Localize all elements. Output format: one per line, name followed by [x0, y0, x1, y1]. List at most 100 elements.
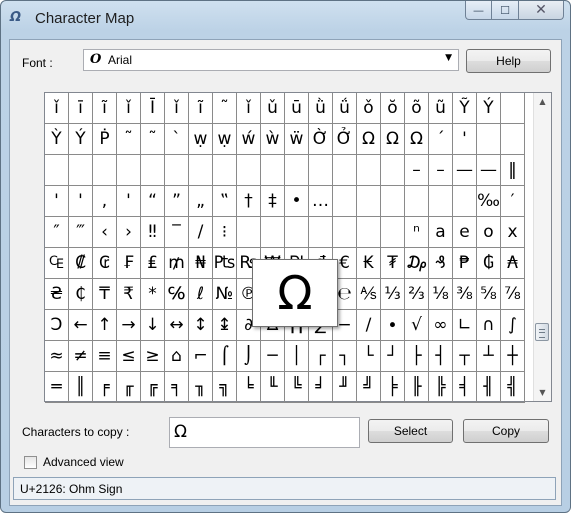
character-cell[interactable]: ↔ — [165, 310, 189, 341]
character-cell[interactable] — [333, 217, 357, 248]
character-cell[interactable] — [261, 155, 285, 186]
character-cell[interactable]: ₥ — [165, 248, 189, 279]
character-cell[interactable]: ╗ — [213, 372, 237, 403]
character-cell[interactable]: ₳ — [501, 248, 525, 279]
character-cell[interactable]: ╓ — [117, 372, 141, 403]
scroll-up-icon[interactable]: ▲ — [534, 93, 551, 110]
character-cell[interactable]: ǐ — [237, 93, 261, 124]
character-cell[interactable]: † — [237, 186, 261, 217]
character-cell[interactable]: ˜ — [213, 93, 237, 124]
character-cell[interactable]: ╖ — [189, 372, 213, 403]
character-cell[interactable]: ↨ — [213, 310, 237, 341]
dropdown-arrow-icon[interactable]: ▼ — [445, 53, 452, 63]
character-cell[interactable]: Ṗ — [93, 124, 117, 155]
character-cell[interactable]: ↓ — [141, 310, 165, 341]
character-cell[interactable]: ┘ — [381, 341, 405, 372]
character-cell[interactable]: ' — [45, 186, 69, 217]
character-cell[interactable]: ⁿ — [405, 217, 429, 248]
select-button[interactable]: Select — [368, 419, 453, 443]
character-cell[interactable]: ╜ — [333, 372, 357, 403]
character-cell[interactable] — [477, 124, 501, 155]
character-cell[interactable]: Ờ — [309, 124, 333, 155]
character-cell[interactable]: ŏ — [381, 93, 405, 124]
character-cell[interactable]: ẉ — [213, 124, 237, 155]
character-cell[interactable]: ₵ — [69, 279, 93, 310]
character-cell[interactable]: Ỳ — [45, 124, 69, 155]
character-cell[interactable]: ∙ — [381, 310, 405, 341]
character-cell[interactable] — [165, 155, 189, 186]
character-cell[interactable]: ' — [453, 124, 477, 155]
character-cell[interactable]: ₭ — [357, 248, 381, 279]
character-cell[interactable]: Ω — [405, 124, 429, 155]
character-cell[interactable]: – — [429, 155, 453, 186]
character-cell[interactable]: ₮ — [381, 248, 405, 279]
character-cell[interactable] — [429, 186, 453, 217]
character-cell[interactable]: ╙ — [261, 372, 285, 403]
character-cell[interactable]: ǐ — [117, 93, 141, 124]
character-cell[interactable]: ẉ — [189, 124, 213, 155]
character-cell[interactable]: ╚ — [285, 372, 309, 403]
character-cell[interactable]: ǘ — [333, 93, 357, 124]
character-cell[interactable]: ⅝ — [477, 279, 501, 310]
character-cell[interactable]: ǒ — [357, 93, 381, 124]
character-cell[interactable]: ẃ — [237, 124, 261, 155]
character-cell[interactable]: ĩ — [189, 93, 213, 124]
character-cell[interactable]: ũ — [429, 93, 453, 124]
character-cell[interactable]: ₡ — [69, 248, 93, 279]
character-cell[interactable]: ∩ — [477, 310, 501, 341]
character-cell[interactable]: , — [93, 186, 117, 217]
character-cell[interactable] — [381, 155, 405, 186]
character-cell[interactable]: „ — [189, 186, 213, 217]
character-cell[interactable]: ↑ — [93, 310, 117, 341]
character-cell[interactable] — [285, 155, 309, 186]
character-cell[interactable]: ║ — [69, 372, 93, 403]
character-cell[interactable]: x — [501, 217, 525, 248]
character-cell[interactable]: ‰ — [477, 186, 501, 217]
character-cell[interactable]: ≈ — [45, 341, 69, 372]
character-cell[interactable]: ˜ — [141, 124, 165, 155]
character-cell[interactable]: Ω — [381, 124, 405, 155]
character-cell[interactable]: ┴ — [477, 341, 501, 372]
character-cell[interactable]: … — [309, 186, 333, 217]
character-cell[interactable]: ⌡ — [237, 341, 261, 372]
character-cell[interactable] — [381, 217, 405, 248]
character-cell[interactable]: e — [453, 217, 477, 248]
character-cell[interactable]: │ — [285, 341, 309, 372]
character-cell[interactable]: ´ — [429, 124, 453, 155]
character-cell[interactable]: • — [285, 186, 309, 217]
character-cell[interactable]: ┐ — [333, 341, 357, 372]
character-cell[interactable] — [309, 155, 333, 186]
character-cell[interactable]: ₢ — [93, 248, 117, 279]
character-cell[interactable]: * — [141, 279, 165, 310]
character-cell[interactable]: ↕ — [189, 310, 213, 341]
character-cell[interactable]: ẁ — [261, 124, 285, 155]
character-cell[interactable]: ‟ — [213, 186, 237, 217]
character-cell[interactable]: ‴ — [69, 217, 93, 248]
character-cell[interactable] — [117, 155, 141, 186]
character-cell[interactable]: ĩ — [93, 93, 117, 124]
character-cell[interactable] — [237, 155, 261, 186]
character-cell[interactable]: ╢ — [477, 372, 501, 403]
character-cell[interactable]: — — [477, 155, 501, 186]
character-cell[interactable]: ≠ — [69, 341, 93, 372]
character-cell[interactable]: ₤ — [141, 248, 165, 279]
character-cell[interactable] — [333, 155, 357, 186]
character-cell[interactable]: √ — [405, 310, 429, 341]
character-cell[interactable]: ╛ — [309, 372, 333, 403]
character-cell[interactable]: ″ — [45, 217, 69, 248]
character-cell[interactable] — [357, 186, 381, 217]
character-cell[interactable] — [333, 186, 357, 217]
character-cell[interactable]: a — [429, 217, 453, 248]
character-cell[interactable]: ─ — [261, 341, 285, 372]
character-cell[interactable] — [309, 217, 333, 248]
character-cell[interactable]: Ī — [141, 93, 165, 124]
scrollbar-thumb[interactable] — [535, 323, 549, 341]
character-cell[interactable]: ⅜ — [453, 279, 477, 310]
character-cell[interactable]: № — [213, 279, 237, 310]
character-cell[interactable]: ₹ — [117, 279, 141, 310]
character-cell[interactable] — [261, 217, 285, 248]
character-cell[interactable]: ╘ — [237, 372, 261, 403]
character-cell[interactable]: ₴ — [45, 279, 69, 310]
character-cell[interactable]: ‡ — [261, 186, 285, 217]
advanced-view-checkbox[interactable] — [24, 455, 37, 469]
